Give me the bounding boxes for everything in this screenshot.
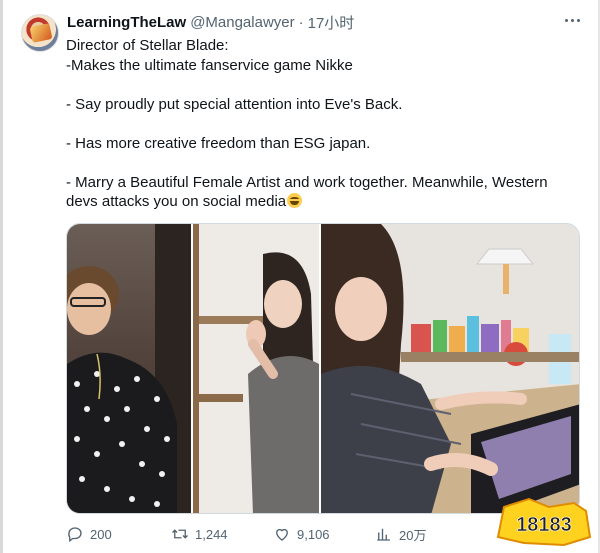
tweet-text: Director of Stellar Blade: -Makes the ul… [66, 36, 576, 212]
tweet-line-last: devs attacks you on social media [66, 192, 576, 212]
retweet-icon [172, 529, 188, 539]
tweet-line: Director of Stellar Blade: [66, 37, 229, 54]
tweet-line: - Has more creative freedom than ESG jap… [66, 134, 371, 152]
photo-woman-drawing-tablet[interactable] [321, 224, 579, 513]
like-count: 9,106 [297, 526, 330, 542]
tweet-line: - Say proudly put special attention into… [66, 95, 403, 113]
author-handle[interactable]: @Mangalawyer [190, 14, 294, 31]
photo-man-in-polka-dot-shirt[interactable] [67, 224, 191, 513]
photo-woman-by-shelf[interactable] [193, 224, 319, 513]
photo-woman-shelf-illustration [193, 224, 319, 513]
retweet-button[interactable]: 1,244 [171, 525, 271, 543]
like-button[interactable]: 9,106 [273, 525, 363, 543]
analytics-bar-icon [377, 528, 390, 541]
reply-icon [68, 527, 82, 543]
photo-woman-drawing-illustration [321, 224, 579, 513]
views-button[interactable]: 20万 [375, 525, 455, 544]
tweet-header: LearningTheLaw @Mangalawyer · 17小时 [67, 12, 355, 33]
tweet-line: -Makes the ultimate fanservice game Nikk… [66, 56, 353, 74]
reply-count: 200 [90, 526, 112, 542]
tweet-timestamp[interactable]: 17小时 [308, 12, 355, 33]
photo-man-illustration [67, 224, 191, 513]
views-count: 20万 [399, 527, 427, 543]
tweet-media-grid [66, 223, 580, 514]
grinning-squinting-face-emoji-icon [287, 193, 303, 208]
site-watermark-logo: 18183 [496, 497, 592, 547]
tweet-line: - Marry a Beautiful Female Artist and wo… [66, 173, 548, 191]
retweet-count: 1,244 [195, 526, 228, 542]
tweet-line: devs attacks you on social media [66, 193, 287, 210]
more-options-icon[interactable] [560, 10, 584, 30]
author-name[interactable]: LearningTheLaw [67, 14, 186, 31]
header-separator: · [298, 13, 304, 31]
author-avatar[interactable] [21, 14, 59, 52]
watermark-text: 18183 [516, 514, 572, 536]
left-frame-border [0, 0, 3, 553]
reply-button[interactable]: 200 [66, 525, 156, 543]
heart-icon [276, 528, 288, 541]
